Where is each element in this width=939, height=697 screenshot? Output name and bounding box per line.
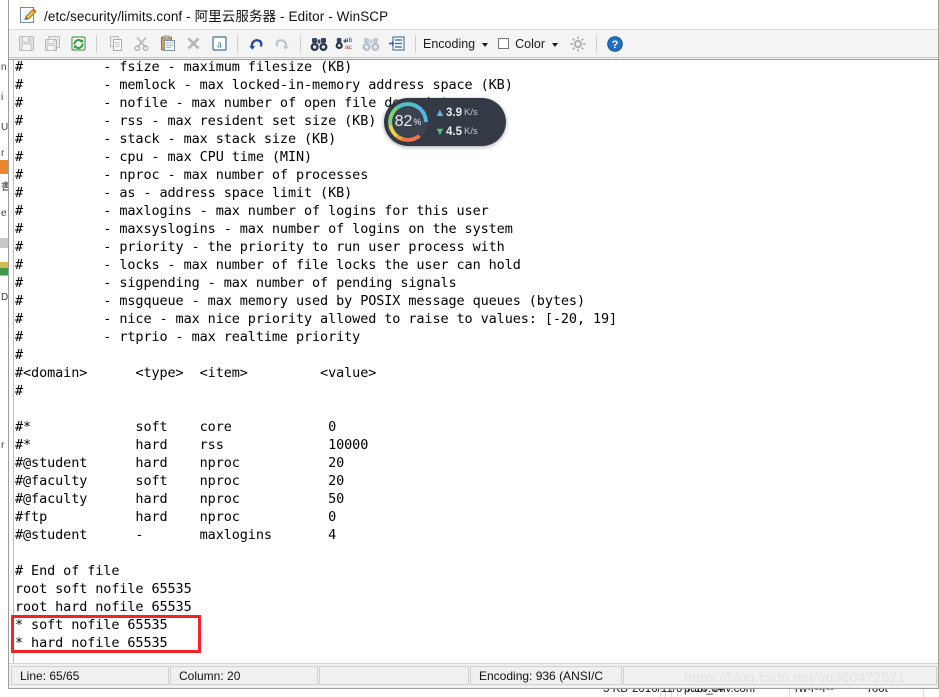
- toolbar-separator-1: [96, 34, 97, 53]
- code-line: # - sigpending - max number of pending s…: [15, 275, 457, 291]
- encoding-menu-label[interactable]: Encoding: [421, 37, 477, 51]
- toolbar-separator-5: [596, 34, 597, 53]
- code-line: # - rtprio - max realtime priority: [15, 329, 361, 345]
- network-speed-widget[interactable]: 82% ▲ 3.9 K/s ▼ 4.5 K/s: [384, 98, 506, 146]
- code-line: #: [15, 383, 24, 399]
- download-arrow-icon: ▼: [434, 125, 446, 138]
- download-speed-unit: K/s: [464, 126, 478, 137]
- code-line: # - priority - the priority to run user …: [15, 239, 505, 255]
- code-line: # - as - address space limit (KB): [15, 185, 353, 201]
- undo-arrow-icon[interactable]: [244, 33, 268, 55]
- save-as-button[interactable]: [40, 33, 64, 55]
- blog-watermark: https://blog.csdn.net/qq360472521: [684, 669, 906, 685]
- encoding-chevron-down-icon[interactable]: [482, 42, 489, 47]
- editor-left-margin: [9, 60, 14, 664]
- code-line: #@faculty hard nproc 50: [15, 491, 345, 507]
- code-line: #: [15, 347, 24, 363]
- toolbar-separator-4: [415, 34, 416, 53]
- upload-arrow-icon: ▲: [434, 106, 446, 119]
- scissors-icon[interactable]: [129, 33, 153, 55]
- status-line-indicator: Line: 65/65: [11, 666, 169, 685]
- gear-icon[interactable]: [566, 33, 590, 55]
- color-menu-label[interactable]: Color: [513, 37, 547, 51]
- code-line: #<domain> <type> <item> <value>: [15, 365, 377, 381]
- window-title: /etc/security/limits.conf - 阿里云服务器 - Edi…: [44, 8, 389, 24]
- save-button[interactable]: [14, 33, 38, 55]
- upload-speed-unit: K/s: [464, 107, 478, 118]
- download-speed-value: 4.5: [446, 125, 462, 138]
- code-line: #@faculty soft nproc 20: [15, 473, 345, 489]
- code-line: root soft nofile 65535: [15, 581, 192, 597]
- bg-glyph-i: i: [1, 92, 4, 103]
- code-line: #@student - maxlogins 4: [15, 527, 337, 543]
- code-line: * hard nofile 65535: [15, 635, 168, 651]
- toolbar-separator-2: [237, 34, 238, 53]
- svg-text:ab: ab: [345, 37, 353, 44]
- code-line: # - fsize - maximum filesize (KB): [15, 59, 353, 75]
- code-line: # - msgqueue - max memory used by POSIX …: [15, 293, 585, 309]
- status-column-indicator: Column: 20: [170, 666, 318, 685]
- code-line: # - locks - max number of file locks the…: [15, 257, 521, 273]
- code-line: #@student hard nproc 20: [15, 455, 345, 471]
- svg-text:a: a: [217, 39, 222, 50]
- code-line: # - stack - max stack size (KB): [15, 131, 337, 147]
- code-line: #* soft core 0: [15, 419, 337, 435]
- bg-glyph-r: r: [1, 148, 5, 159]
- status-bar: Line: 65/65 Column: 20 Encoding: 936 (AN…: [9, 663, 938, 688]
- cpu-percent-value: 82: [394, 113, 413, 130]
- status-encoding-indicator: Encoding: 936 (ANSI/C: [470, 666, 622, 685]
- reload-button[interactable]: [66, 33, 90, 55]
- percent-symbol: %: [413, 117, 422, 127]
- upload-speed-value: 3.9: [446, 106, 462, 119]
- code-line: # - rss - max resident set size (KB): [15, 113, 377, 129]
- bg-glyph-n: n: [1, 62, 7, 73]
- select-all-a-icon[interactable]: a: [207, 33, 231, 55]
- close-x-icon[interactable]: [181, 33, 205, 55]
- download-speed-row: ▼ 4.5 K/s: [434, 122, 506, 141]
- code-line: # - nofile - max number of open file des…: [15, 95, 473, 111]
- code-line: # - memlock - max locked-in-memory addre…: [15, 77, 513, 93]
- code-line: # - nice - max nice priority allowed to …: [15, 311, 618, 327]
- toolbar-separator-3: [300, 34, 301, 53]
- cpu-usage-gauge: 82%: [384, 98, 432, 146]
- file-content[interactable]: # - fsize - maximum filesize (KB) # - mem…: [15, 59, 618, 652]
- binoculars-icon[interactable]: [307, 33, 331, 55]
- copy-button[interactable]: [103, 33, 127, 55]
- upload-speed-row: ▲ 3.9 K/s: [434, 103, 506, 122]
- redo-arrow-icon[interactable]: [270, 33, 294, 55]
- binoculars-next-icon[interactable]: [359, 33, 383, 55]
- code-line: * soft nofile 65535: [15, 617, 168, 633]
- cpu-percent-label: 82%: [384, 98, 432, 146]
- svg-text:ac: ac: [345, 44, 353, 51]
- goto-line-icon[interactable]: [385, 33, 409, 55]
- color-checkbox[interactable]: [498, 38, 510, 49]
- status-blank-panel: [319, 666, 469, 685]
- editor-toolbar: a ab ac Encoding Color ?: [9, 30, 938, 58]
- status-extra-panel: https://blog.csdn.net/qq360472521: [623, 666, 937, 685]
- code-line: # End of file: [15, 563, 120, 579]
- edit-document-icon: [19, 6, 37, 24]
- code-line: # - maxlogins - max number of logins for…: [15, 203, 489, 219]
- code-line: # - maxsyslogins - max number of logins …: [15, 221, 513, 237]
- code-line: #* hard rss 10000: [15, 437, 369, 453]
- help-question-icon[interactable]: ?: [603, 33, 627, 55]
- editor-text-area[interactable]: # - fsize - maximum filesize (KB) # - mem…: [9, 59, 938, 664]
- network-speed-rows: ▲ 3.9 K/s ▼ 4.5 K/s: [432, 103, 506, 141]
- bg-glyph-e: e: [1, 208, 7, 219]
- clipboard-icon[interactable]: [155, 33, 179, 55]
- code-line: #ftp hard nproc 0: [15, 509, 337, 525]
- bg-glyph-r2: r: [1, 440, 5, 451]
- svg-text:?: ?: [612, 38, 619, 50]
- code-line: # - cpu - max CPU time (MIN): [15, 149, 313, 165]
- color-chevron-down-icon[interactable]: [552, 42, 558, 47]
- replace-abac-icon[interactable]: ab ac: [333, 33, 357, 55]
- code-line: root hard nofile 65535: [15, 599, 192, 615]
- code-line: # - nproc - max number of processes: [15, 167, 369, 183]
- title-bar: /etc/security/limits.conf - 阿里云服务器 - Edi…: [9, 0, 938, 30]
